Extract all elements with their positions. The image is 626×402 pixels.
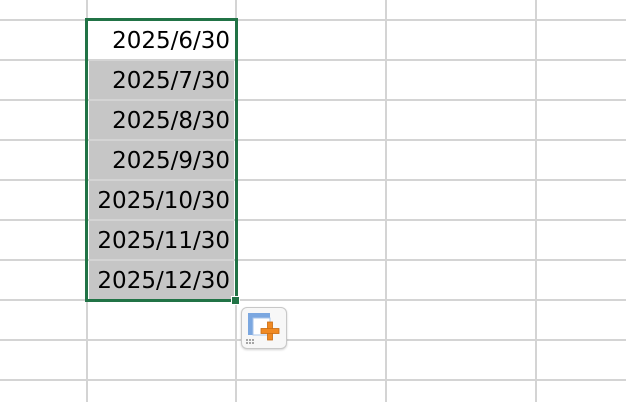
column-gridline <box>385 0 387 402</box>
date-cell[interactable]: 2025/9/30 <box>89 141 234 179</box>
date-cell[interactable]: 2025/7/30 <box>89 61 234 99</box>
date-cell[interactable]: 2025/11/30 <box>89 221 234 259</box>
column-gridline <box>235 0 237 402</box>
date-cell[interactable]: 2025/12/30 <box>89 261 234 299</box>
autofill-options-icon <box>246 313 280 344</box>
spreadsheet-grid[interactable]: 2025/6/30 2025/7/30 2025/8/30 2025/9/30 … <box>0 0 626 402</box>
fill-handle[interactable] <box>231 296 240 305</box>
row-gridline <box>0 299 626 301</box>
autofill-options-button[interactable] <box>241 307 287 349</box>
date-cell[interactable]: 2025/10/30 <box>89 181 234 219</box>
row-gridline <box>0 339 626 341</box>
column-gridline <box>86 0 88 402</box>
row-gridline <box>0 379 626 381</box>
column-gridline <box>535 0 537 402</box>
date-cell[interactable]: 2025/6/30 <box>89 21 234 59</box>
date-cell[interactable]: 2025/8/30 <box>89 101 234 139</box>
